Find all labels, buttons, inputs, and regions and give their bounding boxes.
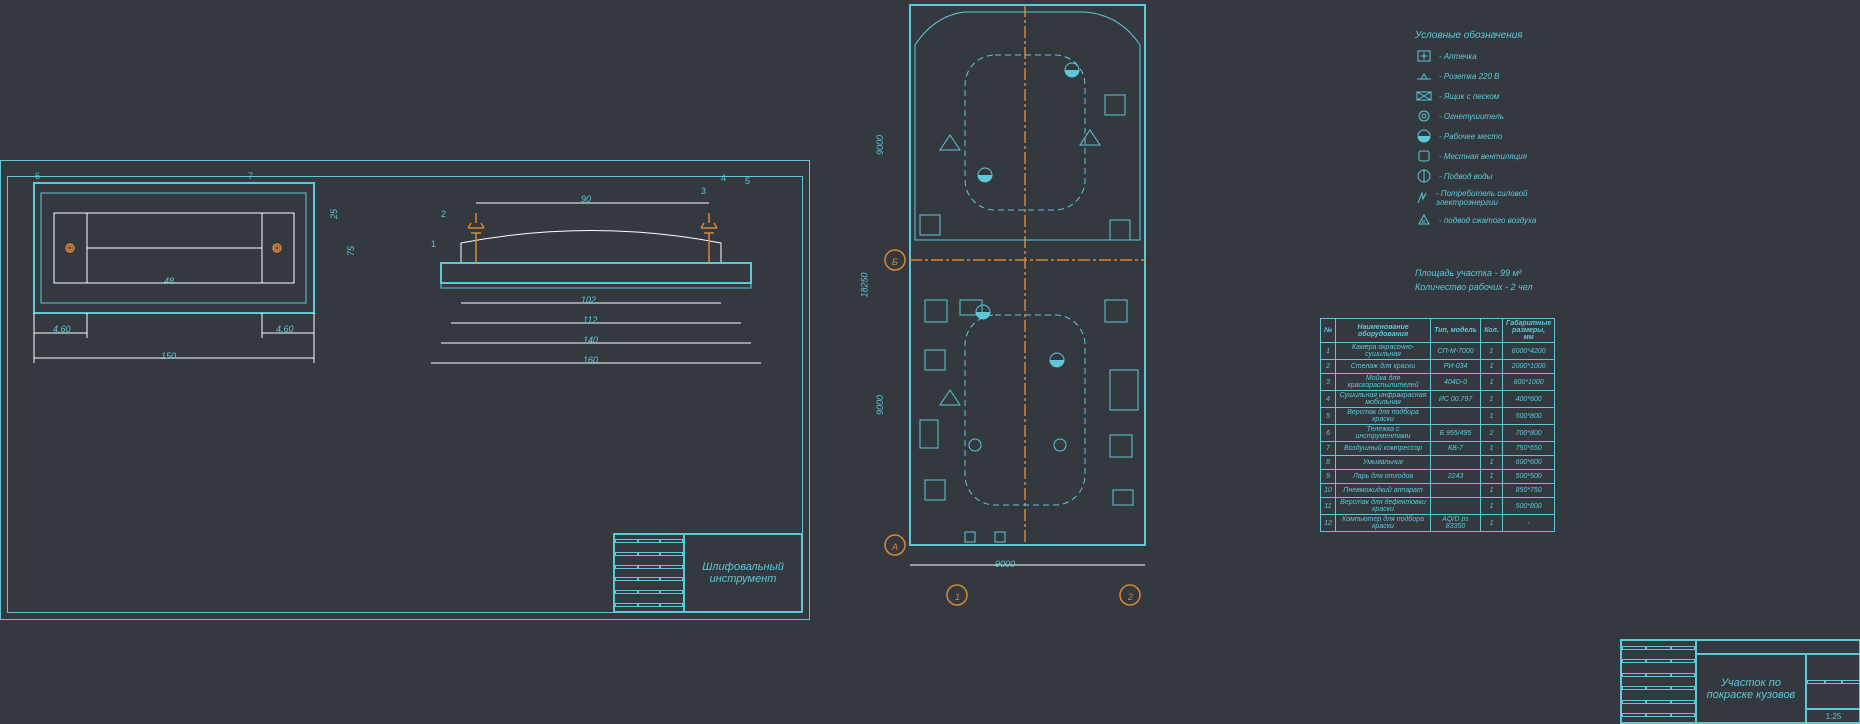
legend-0: - Аптечка xyxy=(1439,52,1477,61)
label-5-v2: 5 xyxy=(745,176,750,186)
th-n: № xyxy=(1321,319,1336,343)
legend-7: - Потребитель силовой электроэнергии xyxy=(1436,189,1565,207)
table-row: 5Верстак для подбора краски1500*800 xyxy=(1321,408,1555,425)
right-title: Участок по покраске кузовов xyxy=(1696,654,1806,723)
dim-htot: 18250 xyxy=(860,272,870,297)
area-note2: Количество рабочих - 2 чел xyxy=(1415,282,1533,292)
dim-90: 90 xyxy=(581,194,591,204)
dim-460-2: 4.60 xyxy=(276,324,294,334)
label-1-v2: 1 xyxy=(431,239,436,249)
table-row: 3Мойка для краскораспылителей404D-01800*… xyxy=(1321,374,1555,391)
table-row: 10Пневможидкий аппарат1850*750 xyxy=(1321,484,1555,498)
th-type: Тип, модель xyxy=(1431,319,1481,343)
right-drawing-sheet: 9000 9000 9000 18250 А Б 1 2 Условные об… xyxy=(820,0,1860,724)
axis-a: А xyxy=(892,542,898,552)
legend-8: - подвод сжатого воздуха xyxy=(1439,216,1536,225)
th-name: Наименование оборудования xyxy=(1336,319,1431,343)
dim-25: 25 xyxy=(329,209,339,219)
label-3-v2: 3 xyxy=(701,186,706,196)
legend-4: - Рабочее место xyxy=(1439,132,1502,141)
dim-75: 75 xyxy=(346,246,356,256)
legend-3: - Огнетушитель xyxy=(1439,112,1504,121)
table-row: 12Компьютер для подбора краскиAQ/D ps 83… xyxy=(1321,515,1555,532)
table-row: 4Сушильная инфракрасная мобильнаяИС 00.7… xyxy=(1321,391,1555,408)
floor-plan xyxy=(865,0,1155,620)
legend-title: Условные обозначения xyxy=(1415,30,1565,41)
table-row: 7Воздушный компрессорКВ-71750*650 xyxy=(1321,442,1555,456)
label-6: 6 xyxy=(35,171,40,181)
label-7: 7 xyxy=(248,171,253,181)
dim-48: 48 xyxy=(164,276,174,286)
legend: Условные обозначения - Аптечка - Розетка… xyxy=(1415,30,1565,233)
axis-2: 2 xyxy=(1128,592,1133,602)
axis-b: Б xyxy=(892,257,898,267)
legend-5: - Местная вентиляция xyxy=(1439,152,1527,161)
table-row: 11Верстак для дефектовки краски1500*800 xyxy=(1321,498,1555,515)
table-row: 6Тележка с инструментамиБ 955/4952700*80… xyxy=(1321,425,1555,442)
table-row: 2Стелаж для краскиРИ-03412000*1000 xyxy=(1321,360,1555,374)
axis-1: 1 xyxy=(955,592,960,602)
dim-460-1: 4.60 xyxy=(53,324,71,334)
table-row: 9Ларь для отходов22431500*500 xyxy=(1321,470,1555,484)
dim-h1: 9000 xyxy=(875,135,885,155)
label-4-v2: 4 xyxy=(721,173,726,183)
left-title: Шлифовальный инструмент xyxy=(684,534,802,612)
table-row: 8Умывальник1600*600 xyxy=(1321,456,1555,470)
dim-150: 150 xyxy=(161,351,176,361)
legend-2: - Ящик с песком xyxy=(1439,92,1499,101)
left-drawing-sheet: 4.60 4.60 150 48 75 25 6 7 90 102 112 14… xyxy=(0,160,810,620)
dim-102: 102 xyxy=(581,295,596,305)
dim-112: 112 xyxy=(583,315,597,325)
title-block-left: Шлифовальный инструмент xyxy=(613,533,803,613)
title-block-right: Участок по покраске кузовов 1:25 xyxy=(1620,639,1860,724)
dim-140: 140 xyxy=(583,335,598,345)
area-note1: Площадь участка - 99 м² xyxy=(1415,268,1522,278)
dim-160: 160 xyxy=(583,355,598,365)
label-2-v2: 2 xyxy=(441,209,446,219)
th-size: Габаритные размеры, мм xyxy=(1503,319,1555,343)
table-row: 1Камера окрасочно-сушильнаяСП-М-70001600… xyxy=(1321,343,1555,360)
legend-6: - Подвод воды xyxy=(1439,172,1492,181)
legend-1: - Розетка 220 В xyxy=(1439,72,1500,81)
th-qty: Кол. xyxy=(1481,319,1503,343)
spec-table: № Наименование оборудования Тип, модель … xyxy=(1320,318,1555,532)
svg-text:в: в xyxy=(1422,219,1425,225)
dim-h2: 9000 xyxy=(875,395,885,415)
view2-side xyxy=(421,173,791,383)
dim-9000: 9000 xyxy=(995,559,1015,569)
scale: 1:25 xyxy=(1806,709,1860,723)
